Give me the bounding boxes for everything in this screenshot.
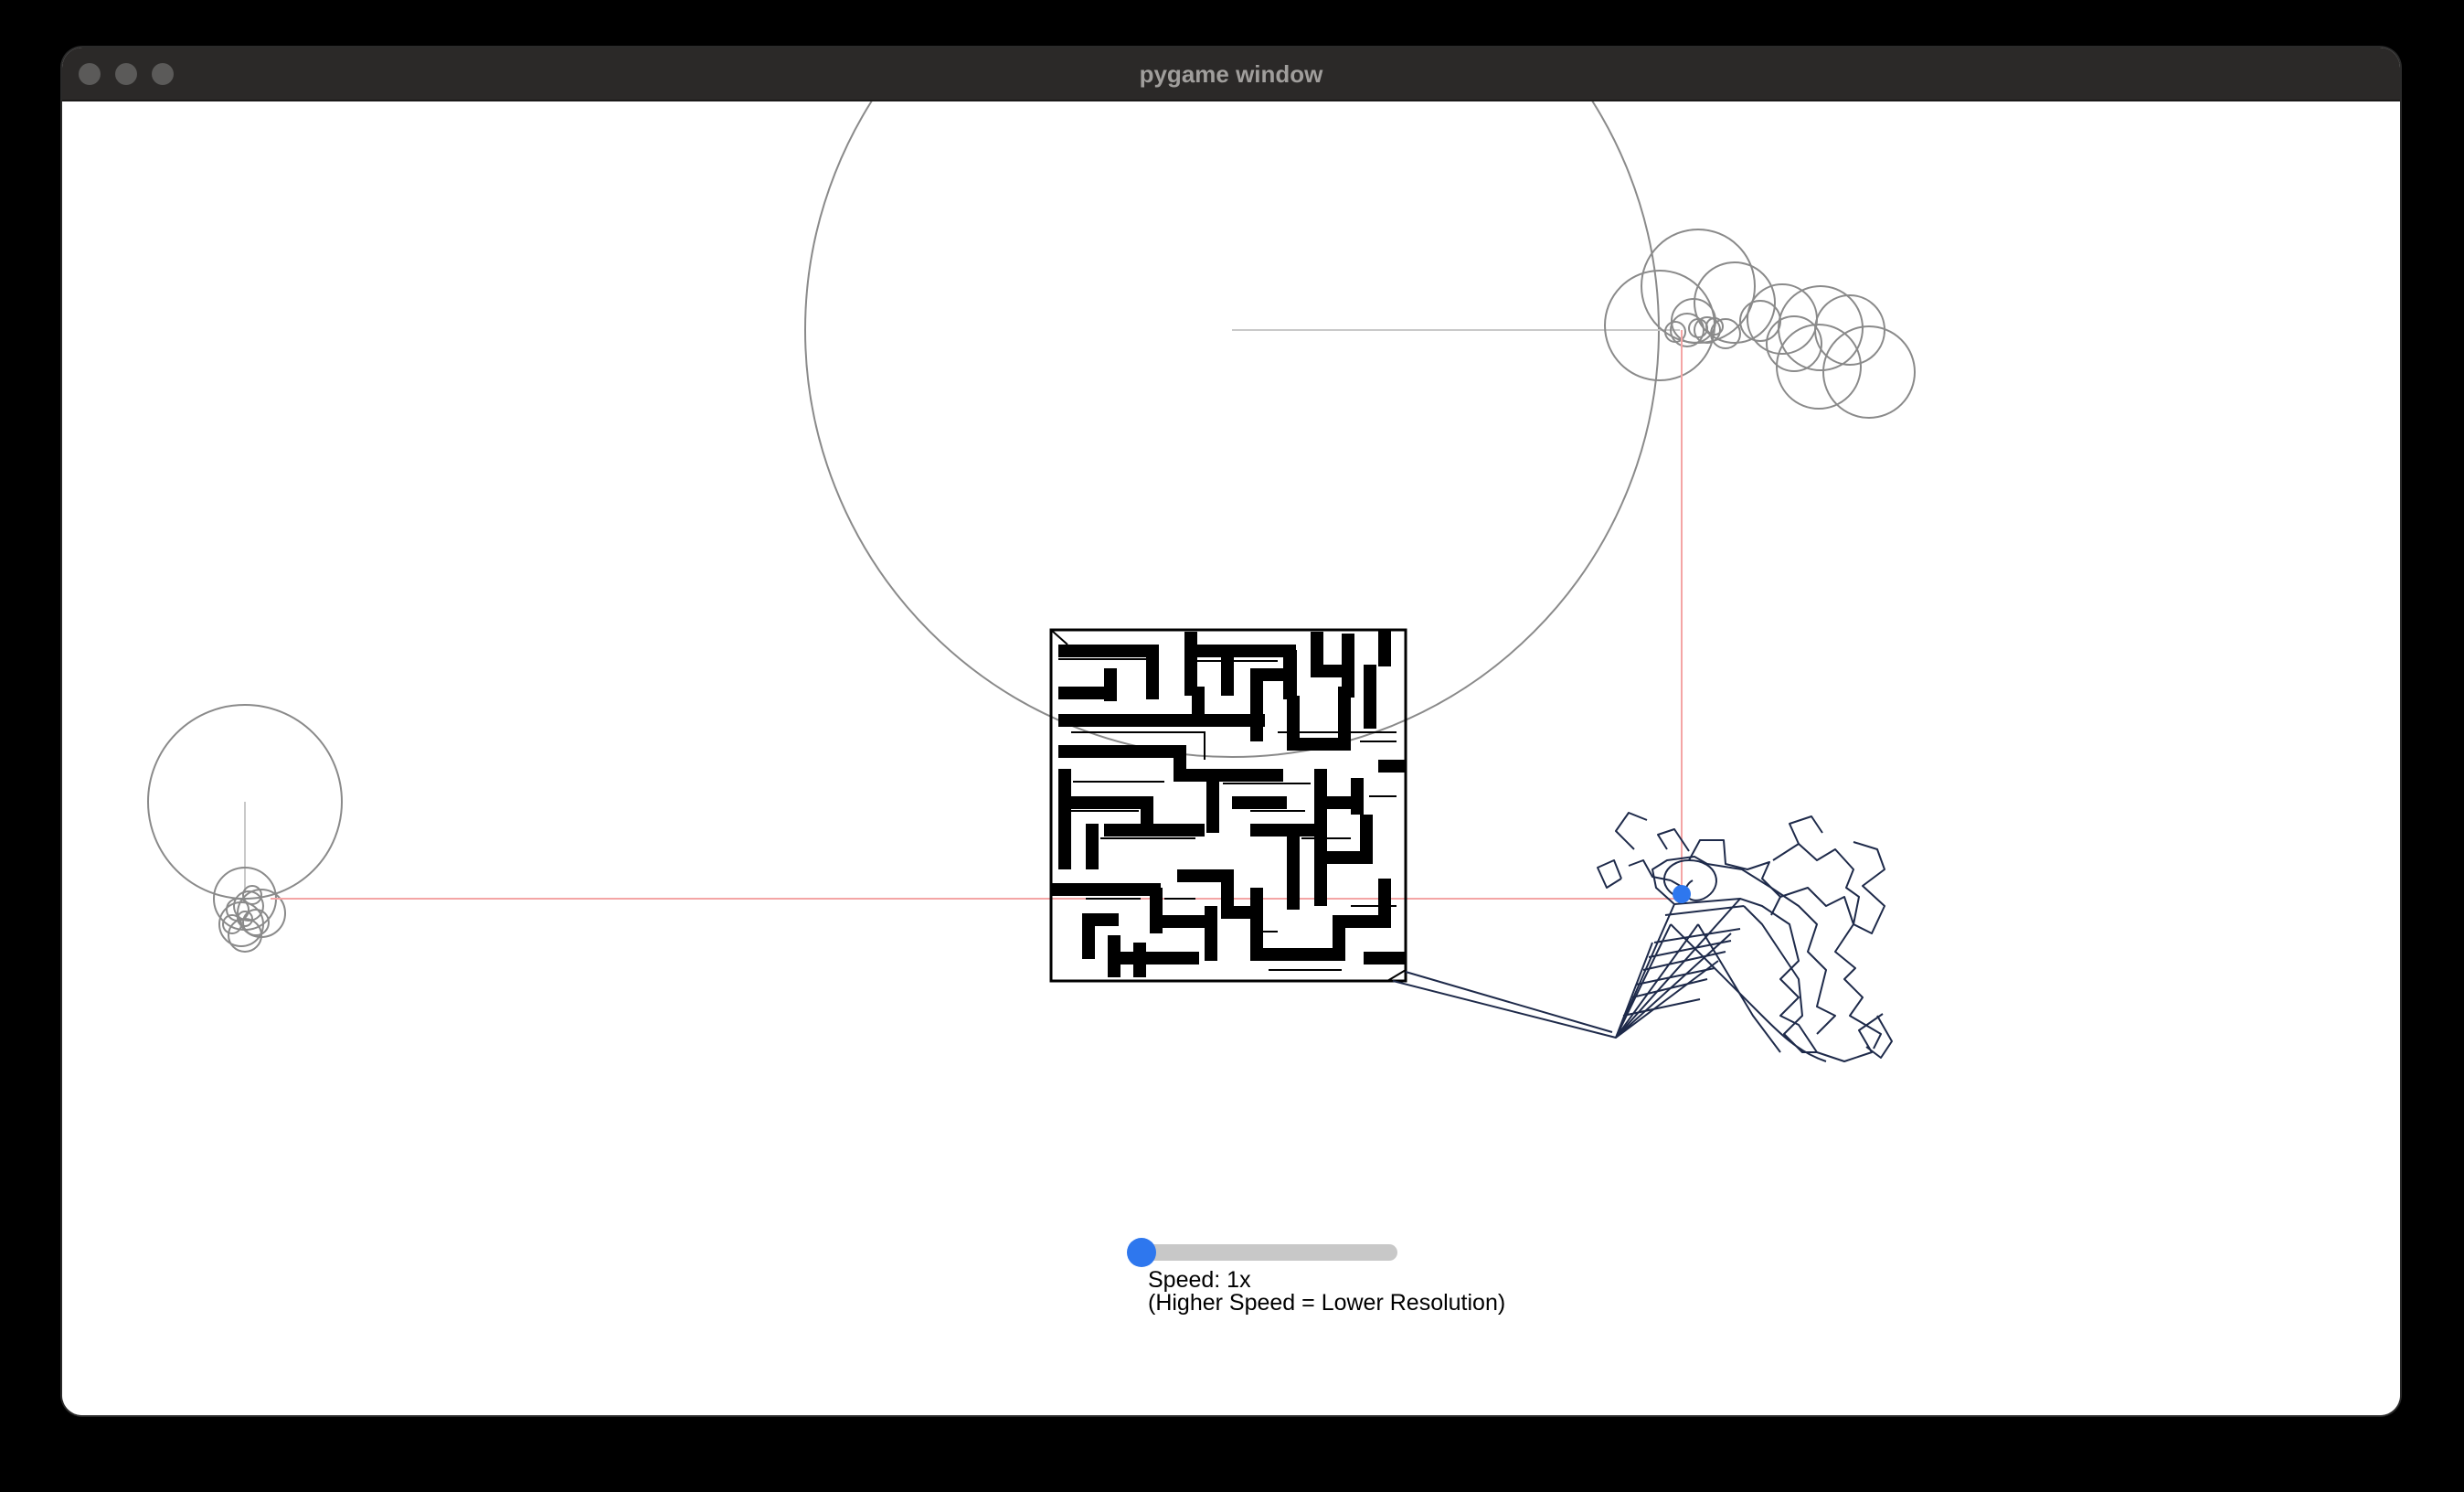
drawing-canvas: Speed: 1x (Higher Speed = Lower Resoluti… xyxy=(62,101,2400,1415)
drawn-trace xyxy=(1597,812,1893,1062)
top-epicycles xyxy=(804,101,1916,758)
app-window: pygame window Speed: 1x (Higher Speed = … xyxy=(62,48,2400,1415)
left-epicycles xyxy=(147,704,343,953)
fourier-drawing xyxy=(147,101,1916,1062)
speed-label: Speed: 1x xyxy=(1148,1267,1251,1293)
connector-lines xyxy=(1392,971,1617,1039)
pen-dot xyxy=(1673,885,1691,903)
speed-label-block: Speed: 1x (Higher Speed = Lower Resoluti… xyxy=(1148,1269,1505,1315)
speed-slider-knob[interactable] xyxy=(1127,1238,1156,1267)
maze-drawing xyxy=(1049,628,1407,983)
guide-lines xyxy=(271,330,1683,900)
speed-note: (Higher Speed = Lower Resolution) xyxy=(1148,1290,1506,1316)
window-title: pygame window xyxy=(1139,60,1323,88)
title-bar[interactable]: pygame window xyxy=(62,48,2400,101)
speed-slider-track[interactable] xyxy=(1145,1244,1397,1261)
